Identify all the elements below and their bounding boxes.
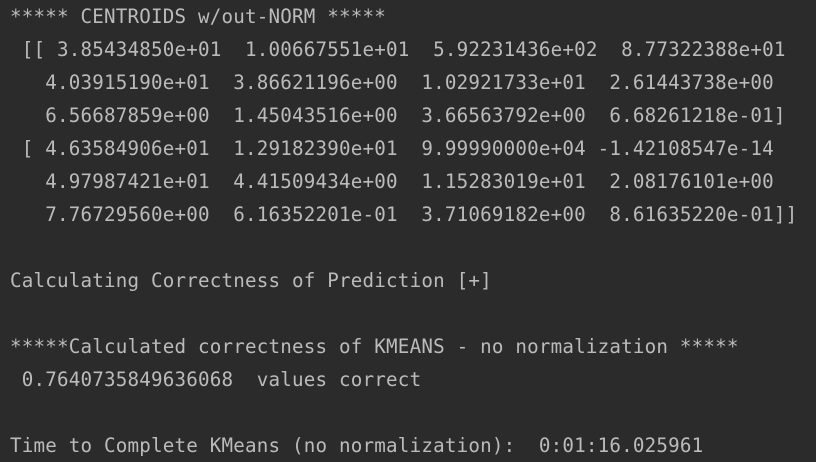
centroid-row-1-line-2: 4.03915190e+01 3.86621196e+00 1.02921733… bbox=[10, 71, 774, 94]
centroid-row-2-line-1: [ 4.63584906e+01 1.29182390e+01 9.999900… bbox=[10, 137, 774, 160]
console-output: ***** CENTROIDS w/out-NORM ***** [[ 3.85… bbox=[0, 0, 816, 458]
centroid-row-2-line-3: 7.76729560e+00 6.16352201e-01 3.71069182… bbox=[10, 203, 798, 226]
correctness-header-line: *****Calculated correctness of KMEANS - … bbox=[10, 335, 739, 358]
centroids-header-line: ***** CENTROIDS w/out-NORM ***** bbox=[10, 5, 387, 28]
centroid-row-1-line-3: 6.56687859e+00 1.45043516e+00 3.66563792… bbox=[10, 104, 786, 127]
timing-line: Time to Complete KMeans (no normalizatio… bbox=[10, 434, 704, 457]
centroid-row-1-line-1: [[ 3.85434850e+01 1.00667551e+01 5.92231… bbox=[10, 38, 786, 61]
correctness-value-line: 0.7640735849636068 values correct bbox=[10, 368, 422, 391]
calculating-status-line: Calculating Correctness of Prediction [+… bbox=[10, 269, 492, 292]
centroid-row-2-line-2: 4.97987421e+01 4.41509434e+00 1.15283019… bbox=[10, 170, 774, 193]
